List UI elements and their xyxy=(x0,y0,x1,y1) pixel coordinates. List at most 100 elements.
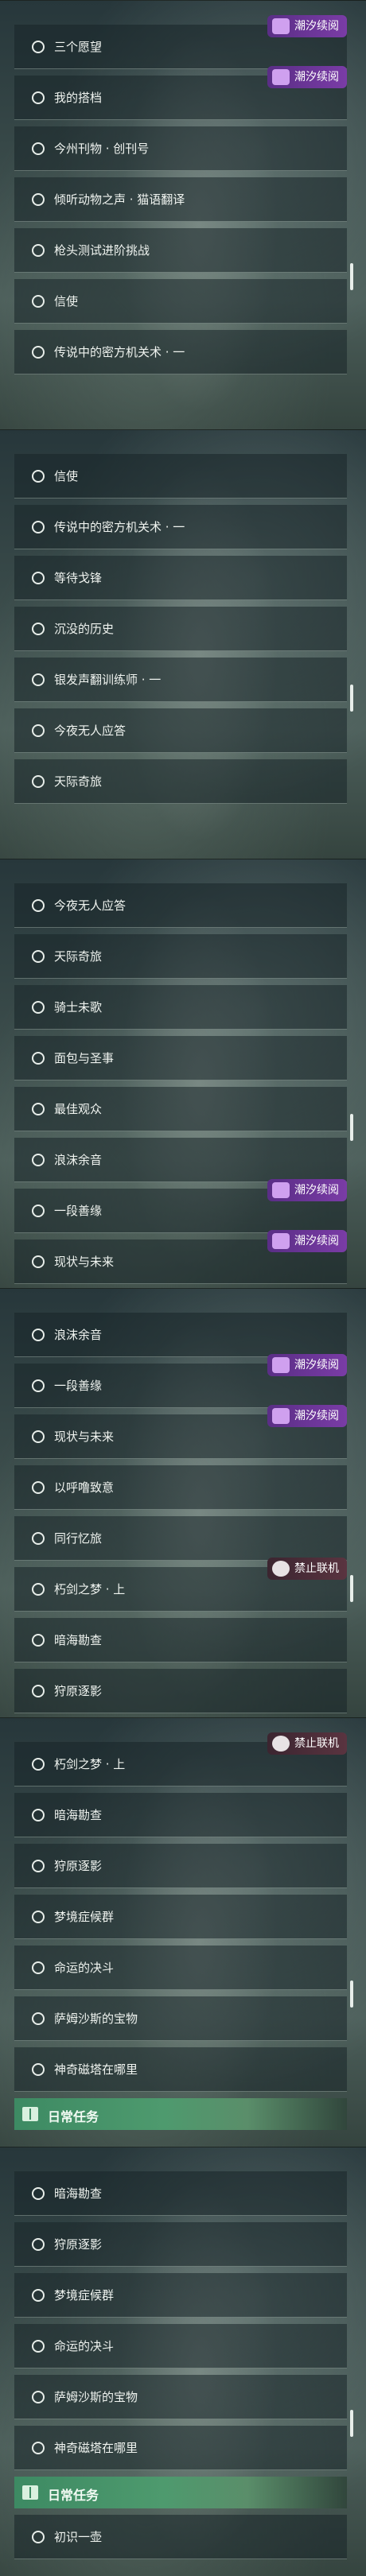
quest-row[interactable]: 萨姆沙斯的宝物 xyxy=(14,1996,347,2041)
radio-circle-icon xyxy=(32,775,45,788)
quest-label: 一段善缘 xyxy=(54,1379,103,1393)
quest-label: 今夜无人应答 xyxy=(54,898,127,913)
quest-row[interactable]: 信使 xyxy=(14,454,347,499)
quest-label: 最佳观众 xyxy=(54,1102,103,1116)
quest-row[interactable]: 天际奇旅 xyxy=(14,759,347,804)
quest-row[interactable]: 倾听动物之声 · 猫语翻译 xyxy=(14,177,347,222)
scrollbar-thumb[interactable] xyxy=(350,1575,353,1602)
radio-circle-icon xyxy=(32,2238,45,2251)
quest-panel-4: 朽剑之梦 · 上暗海勘查 狩原逐影 梦境症候群 命运的决斗 萨姆沙斯的宝物 神奇磁塔在哪里… xyxy=(0,1717,366,2147)
tide-continue-badge: 潮汐续阅 xyxy=(267,1405,347,1427)
radio-circle-icon xyxy=(32,623,45,635)
radio-circle-icon xyxy=(32,295,45,308)
quest-label: 现状与未来 xyxy=(54,1255,115,1269)
quest-label: 浪沫余音 xyxy=(54,1153,103,1167)
quest-row[interactable]: 狩原逐影 xyxy=(14,1844,347,1888)
quest-row[interactable]: 浪沫余音 xyxy=(14,1138,347,1182)
quest-label: 信使 xyxy=(54,469,79,483)
quest-row[interactable]: 暗海勘查 xyxy=(14,1618,347,1662)
quest-row[interactable]: 信使 xyxy=(14,279,347,324)
quest-row[interactable]: 最佳观众 xyxy=(14,1087,347,1131)
quest-row[interactable]: 狩原逐影 xyxy=(14,2222,347,2267)
quest-row[interactable]: 萨姆沙斯的宝物 xyxy=(14,2375,347,2419)
radio-circle-icon xyxy=(32,1001,45,1014)
quest-row[interactable]: 梦境症候群 xyxy=(14,2273,347,2318)
section-header-daily-tasks[interactable]: 日常任务 xyxy=(14,2098,347,2130)
tide-icon xyxy=(272,1182,290,1198)
radio-circle-icon xyxy=(32,2391,45,2403)
quest-label: 狩原逐影 xyxy=(54,1684,103,1698)
quest-row[interactable]: 命运的决斗 xyxy=(14,2324,347,2368)
quest-row[interactable]: 暗海勘查 xyxy=(14,1793,347,1837)
quest-label: 同行忆旅 xyxy=(54,1531,103,1546)
quest-row[interactable]: 初识一壶 xyxy=(14,2515,347,2559)
no-coop-icon xyxy=(272,1561,290,1577)
radio-circle-icon xyxy=(32,1103,45,1115)
quest-label: 狩原逐影 xyxy=(54,2237,103,2252)
quest-label: 传说中的密方机关术 · 一 xyxy=(54,345,185,359)
scrollbar-thumb[interactable] xyxy=(350,1980,353,2008)
radio-circle-icon xyxy=(32,142,45,155)
quest-label: 等待戈锋 xyxy=(54,571,103,585)
quest-row[interactable]: 今夜无人应答 xyxy=(14,708,347,753)
quest-row[interactable]: 神奇磁塔在哪里 xyxy=(14,2047,347,2092)
radio-circle-icon xyxy=(32,244,45,257)
radio-circle-icon xyxy=(32,41,45,53)
quest-row[interactable]: 今州刊物 · 创刊号 xyxy=(14,126,347,171)
quest-row[interactable]: 传说中的密方机关术 · 一 xyxy=(14,505,347,549)
radio-circle-icon xyxy=(32,1911,45,1923)
radio-circle-icon xyxy=(32,1481,45,1494)
quest-row[interactable]: 沉没的历史 xyxy=(14,607,347,651)
radio-circle-icon xyxy=(32,724,45,737)
radio-circle-icon xyxy=(32,1329,45,1341)
quest-row[interactable]: 今夜无人应答 xyxy=(14,883,347,928)
quest-label: 命运的决斗 xyxy=(54,1961,115,1975)
quest-label: 暗海勘查 xyxy=(54,1633,103,1647)
radio-circle-icon xyxy=(32,572,45,584)
quest-list-screens: 三个愿望 我的搭档 今州刊物 · 创刊号 倾听动物之声 · 猫语翻译 枪头测试进阶挑战信… xyxy=(0,0,366,2576)
quest-row[interactable]: 同行忆旅 xyxy=(14,1516,347,1561)
quest-row[interactable]: 枪头测试进阶挑战 xyxy=(14,228,347,273)
no-coop-icon xyxy=(272,1736,290,1752)
quest-row[interactable]: 暗海勘查 xyxy=(14,2171,347,2216)
tide-continue-badge: 潮汐续阅 xyxy=(267,1230,347,1252)
quest-row[interactable]: 银发声翻训练师 · 一 xyxy=(14,658,347,702)
quest-row[interactable]: 命运的决斗 xyxy=(14,1946,347,1990)
scrollbar-thumb[interactable] xyxy=(350,685,353,712)
scrollbar-thumb[interactable] xyxy=(350,1114,353,1141)
quest-row[interactable]: 等待戈锋 xyxy=(14,556,347,600)
quest-row[interactable]: 骑士未歌 xyxy=(14,985,347,1030)
quest-row[interactable]: 面包与圣事 xyxy=(14,1036,347,1080)
quest-label: 今州刊物 · 创刊号 xyxy=(54,142,150,156)
tide-continue-badge: 潮汐续阅 xyxy=(267,1354,347,1376)
radio-circle-icon xyxy=(32,2187,45,2200)
radio-circle-icon xyxy=(32,193,45,206)
radio-circle-icon xyxy=(32,521,45,533)
quest-row[interactable]: 浪沫余音 xyxy=(14,1313,347,1357)
radio-circle-icon xyxy=(32,2289,45,2302)
tide-continue-badge: 潮汐续阅 xyxy=(267,66,347,88)
quest-row[interactable]: 梦境症候群 xyxy=(14,1895,347,1939)
book-icon xyxy=(22,2107,38,2121)
quest-label: 梦境症候群 xyxy=(54,2288,115,2302)
badge-label: 潮汐续阅 xyxy=(294,71,339,83)
quest-label: 银发声翻训练师 · 一 xyxy=(54,673,162,687)
quest-label: 面包与圣事 xyxy=(54,1051,115,1065)
quest-row[interactable]: 天际奇旅 xyxy=(14,934,347,979)
quest-panel-1: 信使传说中的密方机关术 · 一等待戈锋沉没的历史银发声翻训练师 · 一今夜无人应… xyxy=(0,429,366,859)
quest-label: 现状与未来 xyxy=(54,1430,115,1444)
scrollbar-thumb[interactable] xyxy=(350,2410,353,2437)
quest-label: 倾听动物之声 · 猫语翻译 xyxy=(54,192,185,207)
quest-row[interactable]: 神奇磁塔在哪里 xyxy=(14,2426,347,2470)
quest-label: 天际奇旅 xyxy=(54,949,103,964)
badge-label: 潮汐续阅 xyxy=(294,1235,339,1247)
quest-row[interactable]: 以呼噜致意 xyxy=(14,1465,347,1510)
tide-icon xyxy=(272,1357,290,1373)
radio-circle-icon xyxy=(32,1379,45,1392)
quest-row[interactable]: 传说中的密方机关术 · 一 xyxy=(14,330,347,374)
quest-row[interactable]: 狩原逐影 xyxy=(14,1669,347,1713)
scrollbar-thumb[interactable] xyxy=(350,263,353,290)
quest-label: 萨姆沙斯的宝物 xyxy=(54,2390,138,2404)
quest-panel-2: 今夜无人应答 天际奇旅 骑士未歌 面包与圣事 最佳观众 浪沫余音 一段善缘 现状与未来 潮汐续阅… xyxy=(0,859,366,1288)
section-header-daily-tasks[interactable]: 日常任务 xyxy=(14,2477,347,2508)
